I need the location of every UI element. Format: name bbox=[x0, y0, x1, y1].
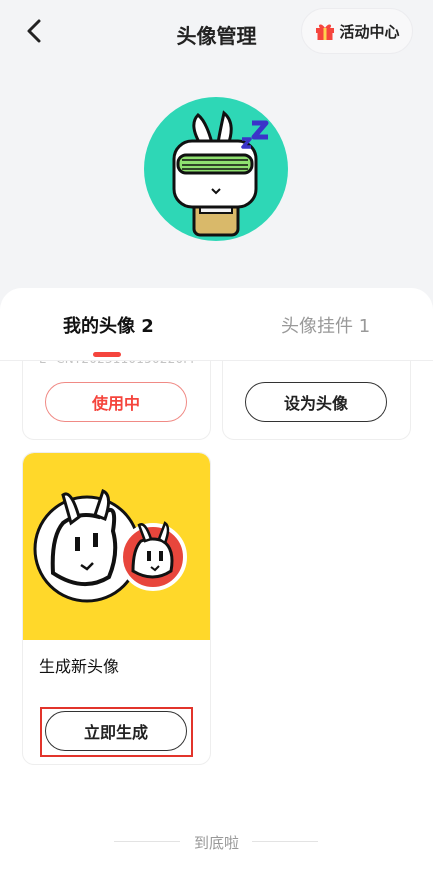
avatar-panel: L=CNT2023110150220I4 使用中 设为头像 bbox=[0, 288, 433, 869]
tab-my-avatars[interactable]: 我的头像 2 bbox=[63, 312, 154, 338]
in-use-button[interactable]: 使用中 bbox=[45, 382, 187, 422]
tab-indicator bbox=[93, 352, 121, 357]
divider bbox=[252, 841, 318, 842]
gift-icon bbox=[316, 24, 335, 40]
tab-bar: 我的头像 2 头像挂件 1 bbox=[0, 288, 433, 361]
generate-avatar-image bbox=[23, 453, 210, 640]
tab-avatar-pendants[interactable]: 头像挂件 1 bbox=[281, 312, 370, 338]
end-of-list-text: 到底啦 bbox=[193, 834, 239, 852]
activity-center-button[interactable]: 活动中心 bbox=[301, 8, 413, 54]
list-end: 到底啦 bbox=[0, 828, 433, 858]
generate-avatar-card: 生成新头像 立即生成 bbox=[22, 452, 211, 765]
activity-center-label: 活动中心 bbox=[339, 22, 400, 41]
header: 头像管理 活动中心 bbox=[0, 0, 433, 66]
generate-now-button[interactable]: 立即生成 bbox=[45, 711, 187, 751]
current-avatar bbox=[144, 97, 288, 241]
set-as-avatar-button[interactable]: 设为头像 bbox=[245, 382, 387, 422]
generate-avatar-label: 生成新头像 bbox=[39, 657, 120, 676]
